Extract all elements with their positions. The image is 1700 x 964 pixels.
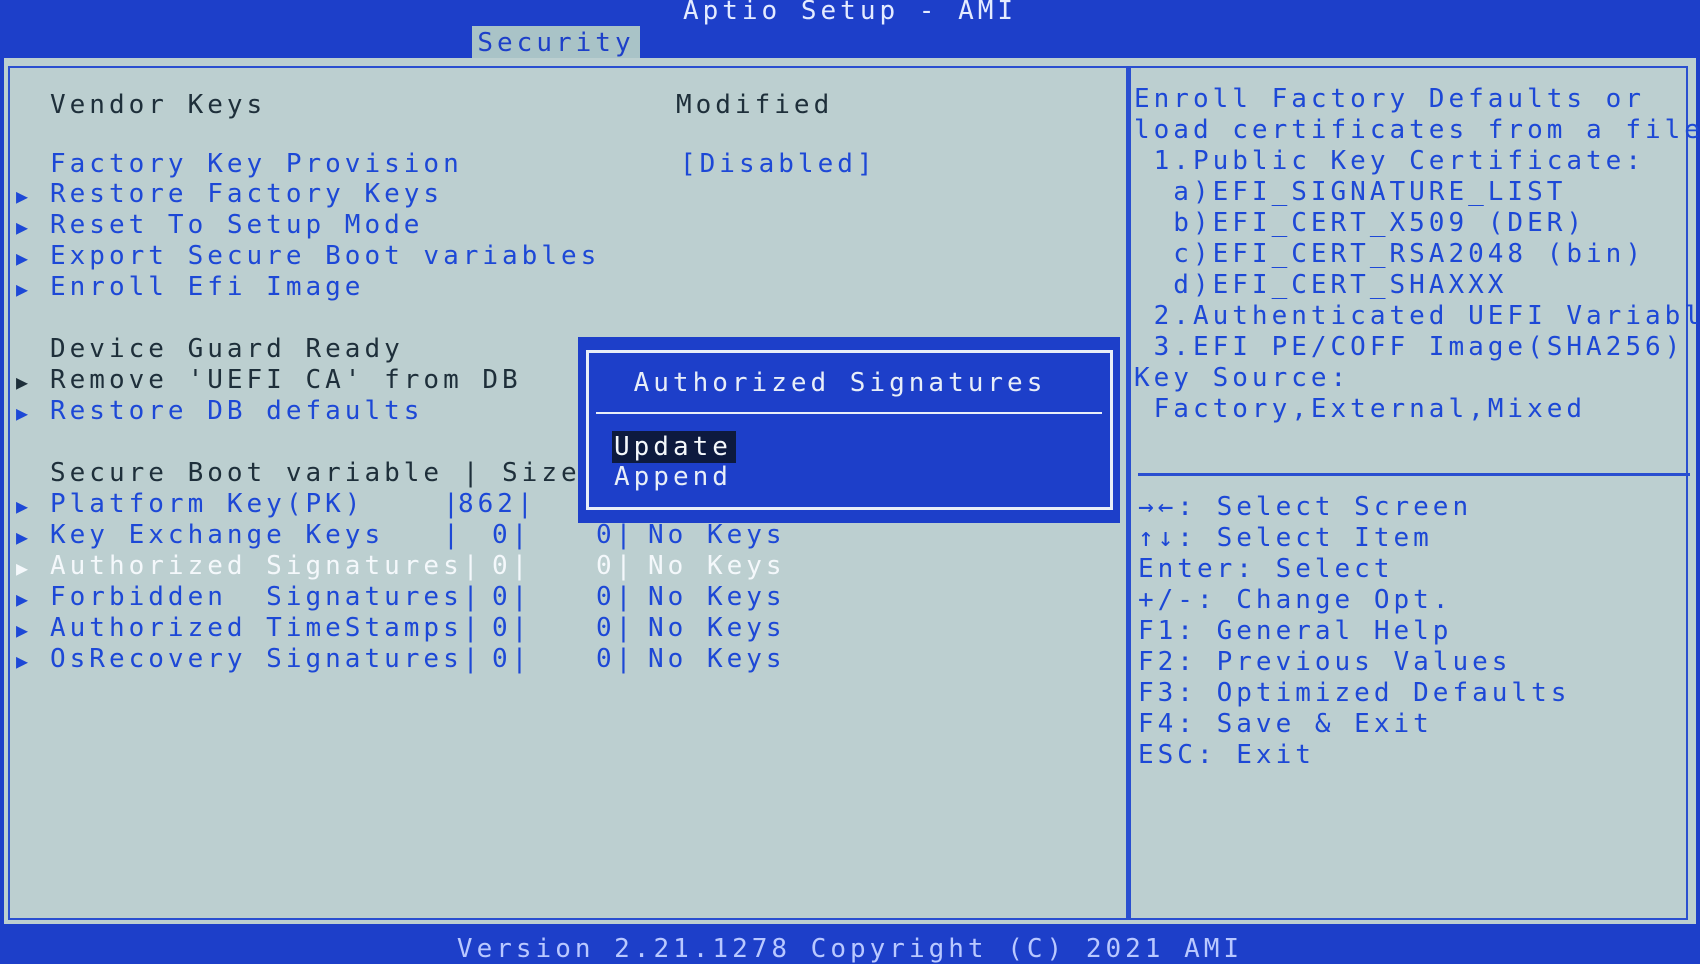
device-guard-ready-label: Device Guard Ready: [50, 334, 404, 364]
submenu-arrow-icon: ▶: [16, 556, 29, 580]
keyhelp-enter: Enter: Select: [1138, 554, 1394, 584]
help-line: 2.Authenticated UEFI Variable: [1134, 301, 1700, 331]
table-row-status: No Keys: [648, 644, 786, 674]
table-row-name-selected[interactable]: Authorized Signatures|: [50, 551, 482, 581]
submenu-arrow-icon: ▶: [16, 401, 29, 425]
submenu-arrow-icon: ▶: [16, 215, 29, 239]
factory-key-provision-label[interactable]: Factory Key Provision: [50, 149, 463, 179]
table-header: Secure Boot variable | Size| Ke: [50, 458, 660, 488]
submenu-arrow-icon: ▶: [16, 649, 29, 673]
keyhelp-select-item: ↑↓: Select Item: [1138, 523, 1433, 553]
table-row-size: 0|: [492, 582, 532, 612]
submenu-arrow-icon: ▶: [16, 618, 29, 642]
help-line: b)EFI_CERT_X509 (DER): [1134, 208, 1587, 238]
table-row-keys: 0|: [596, 582, 636, 612]
restore-db-defaults-item[interactable]: Restore DB defaults: [50, 396, 423, 426]
submenu-arrow-icon: ▶: [16, 525, 29, 549]
keyhelp-f2: F2: Previous Values: [1138, 647, 1512, 677]
vendor-keys-value: Modified: [676, 90, 834, 120]
table-row-size: 0|: [492, 551, 532, 581]
table-row-name[interactable]: Platform Key(PK) |: [50, 489, 463, 519]
table-row-keys: 0|: [596, 520, 636, 550]
submenu-arrow-icon: ▶: [16, 246, 29, 270]
keyhelp-f4: F4: Save & Exit: [1138, 709, 1433, 739]
help-line: d)EFI_CERT_SHAXXX: [1134, 270, 1508, 300]
help-line: load certificates from a file:: [1134, 115, 1700, 145]
help-line: c)EFI_CERT_RSA2048 (bin): [1134, 239, 1645, 269]
table-row-status: No Keys: [648, 582, 786, 612]
dialog-title: Authorized Signatures: [633, 368, 1047, 398]
submenu-arrow-icon: ▶: [16, 587, 29, 611]
option-update[interactable]: Update: [612, 431, 736, 463]
keyhelp-f1: F1: General Help: [1138, 616, 1453, 646]
submenu-arrow-icon: ▶: [16, 277, 29, 301]
table-row-name[interactable]: Authorized TimeStamps|: [50, 613, 482, 643]
panel-divider: [1126, 66, 1131, 920]
submenu-arrow-icon: ▶: [16, 494, 29, 518]
table-row-name[interactable]: OsRecovery Signatures|: [50, 644, 482, 674]
table-row-size: 0|: [492, 644, 532, 674]
help-line: 3.EFI PE/COFF Image(SHA256): [1134, 332, 1685, 362]
help-divider: [1138, 473, 1690, 476]
keyhelp-f3: F3: Optimized Defaults: [1138, 678, 1571, 708]
table-row-keys: 0|: [596, 613, 636, 643]
submenu-arrow-icon: ▶: [16, 184, 29, 208]
keyhelp-esc: ESC: Exit: [1138, 740, 1315, 770]
help-line: a)EFI_SIGNATURE_LIST: [1134, 177, 1567, 207]
help-line: Key Source:: [1134, 363, 1351, 393]
keyhelp-change-opt: +/-: Change Opt.: [1138, 585, 1453, 615]
submenu-arrow-icon: ▶: [16, 370, 29, 394]
enroll-efi-image-item[interactable]: Enroll Efi Image: [50, 272, 364, 302]
table-row-size: 0|: [492, 520, 532, 550]
table-row-size: 862|: [458, 489, 537, 519]
version-text: Version 2.21.1278 Copyright (C) 2021 AMI: [456, 934, 1244, 964]
table-row-name[interactable]: Forbidden Signatures|: [50, 582, 482, 612]
table-row-status: No Keys: [648, 520, 786, 550]
keyhelp-select-screen: →←: Select Screen: [1138, 492, 1473, 522]
vendor-keys-label: Vendor Keys: [50, 90, 267, 120]
remove-uefi-ca-item[interactable]: Remove 'UEFI CA' from DB: [50, 365, 522, 395]
help-line: Factory,External,Mixed: [1134, 394, 1587, 424]
window-title: Aptio Setup - AMI: [682, 0, 1018, 26]
export-secure-boot-variables-item[interactable]: Export Secure Boot variables: [50, 241, 600, 271]
factory-key-provision-value[interactable]: [Disabled]: [680, 149, 877, 179]
reset-to-setup-mode-item[interactable]: Reset To Setup Mode: [50, 210, 423, 240]
dialog-separator: [596, 412, 1102, 414]
option-append[interactable]: Append: [614, 462, 732, 492]
help-line: Enroll Factory Defaults or: [1134, 84, 1645, 114]
restore-factory-keys-item[interactable]: Restore Factory Keys: [50, 179, 443, 209]
table-row-keys: 0|: [596, 644, 636, 674]
help-line: 1.Public Key Certificate:: [1134, 146, 1645, 176]
table-row-status: No Keys: [648, 613, 786, 643]
table-row-keys: 0|: [596, 551, 636, 581]
table-row-size: 0|: [492, 613, 532, 643]
tab-security[interactable]: Security: [472, 26, 640, 60]
table-row-name[interactable]: Key Exchange Keys |: [50, 520, 463, 550]
table-row-status: No Keys: [648, 551, 786, 581]
